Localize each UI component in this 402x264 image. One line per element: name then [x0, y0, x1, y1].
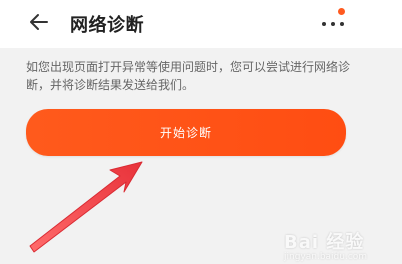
arrow-left-icon	[29, 13, 49, 35]
watermark-logo: Bai 经验	[284, 232, 365, 253]
more-button[interactable]	[318, 8, 352, 38]
start-diagnosis-button[interactable]: 开始诊断	[26, 109, 346, 156]
diagnosis-description: 如您出现页面打开异常等使用问题时，您可以尝试进行网络诊断，并将诊断结果发送给我们…	[26, 60, 351, 92]
dot-1	[322, 22, 326, 26]
notification-dot	[338, 8, 345, 15]
watermark-url: jingyan.baidu.com	[284, 252, 368, 262]
page-title: 网络诊断	[70, 15, 144, 36]
dot-3	[340, 22, 344, 26]
network-diagnosis-screen: 网络诊断 如您出现页面打开异常等使用问题时，您可以尝试进行网络诊断，并将诊断结果…	[0, 0, 402, 264]
back-button[interactable]	[26, 12, 52, 36]
dot-2	[331, 22, 335, 26]
top-bar: 网络诊断	[0, 0, 402, 48]
watermark: Bai 经验 jingyan.baidu.com	[284, 212, 396, 262]
